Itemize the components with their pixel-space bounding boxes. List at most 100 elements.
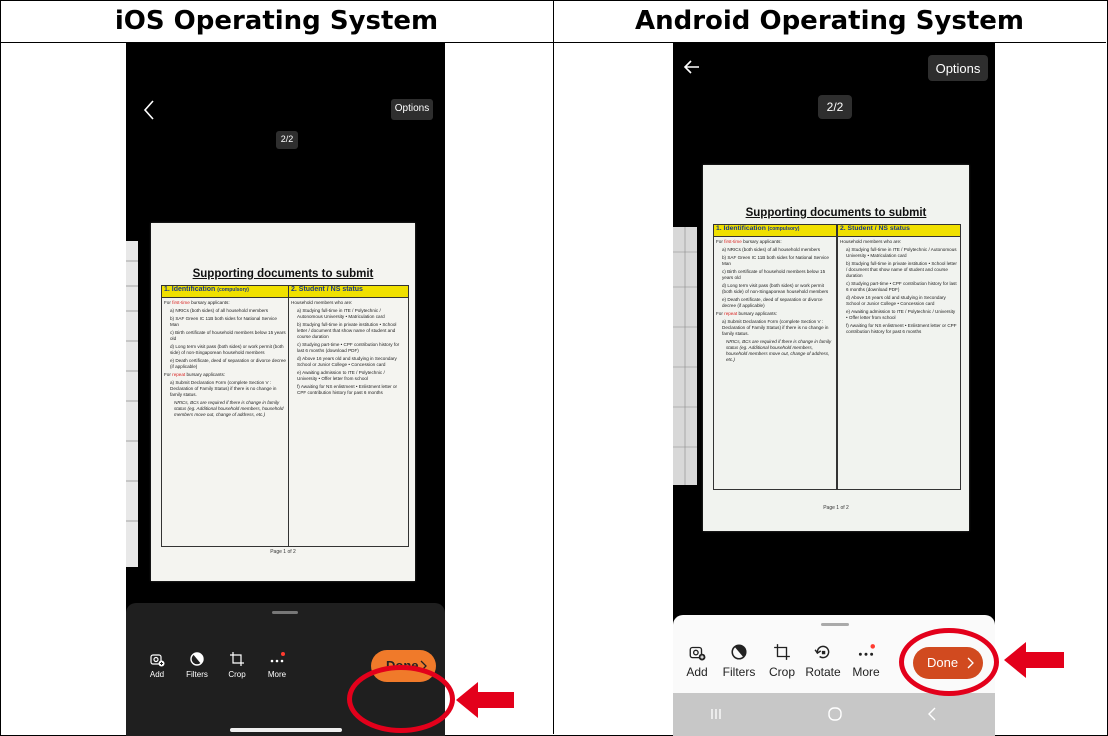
first-time-suffix: bursary applicants: [743, 239, 782, 244]
document-page-label: Page 1 of 2 [270, 549, 296, 555]
page-counter-label: 2/2 [280, 134, 294, 144]
ios-toolbar-crop[interactable]: Crop [222, 651, 252, 679]
doc-item: b) Studying full-time in private institu… [846, 261, 957, 278]
toolbar-filters-label: Filters [722, 665, 756, 679]
page-counter-label: 2/2 [826, 100, 844, 114]
doc-item: c) Birth certificate of household member… [170, 330, 286, 341]
android-column-header: Android Operating System [634, 6, 1025, 36]
ios-screenshot: Options 2/2 Supporting documents to subm… [126, 43, 445, 736]
home-indicator [230, 728, 342, 732]
identification-header-label: 1. Identification [716, 225, 766, 232]
identification-header-label: 1. Identification [164, 286, 216, 293]
doc-item: b) Studying full-time in private institu… [297, 322, 397, 339]
sheet-grabber[interactable] [272, 611, 298, 614]
back-arrow-icon[interactable] [683, 59, 701, 75]
options-label: Options [935, 61, 981, 76]
identification-header-note: (compulsory) [217, 287, 249, 293]
toolbar-add-label: Add [686, 665, 708, 679]
repeat-prefix: For [716, 311, 723, 316]
doc-item: c) Studying part-time • CPF contribution… [846, 281, 957, 292]
doc-item: d) Above 16 years old and studying in Se… [846, 295, 946, 306]
android-toolbar-add[interactable]: Add [681, 643, 713, 679]
doc-item: e) Awaiting admission to ITE / Polytechn… [297, 370, 385, 381]
ios-toolbar-add[interactable]: Add [140, 651, 174, 679]
doc-item: a) Submit Declaration Form (complete Sec… [170, 380, 277, 397]
doc-item: a) Submit Declaration Form (complete Sec… [722, 319, 829, 336]
android-navigation-bar [673, 693, 995, 736]
repeat-suffix: bursary applicants: [186, 372, 226, 377]
previous-page-lines [126, 260, 138, 522]
identification-column: For first-time bursary applicants: a) NR… [713, 236, 837, 490]
previous-page-thumbnail [126, 241, 138, 567]
first-time-suffix: bursary applicants: [191, 300, 230, 305]
filters-icon [190, 652, 204, 666]
repeat-line: For repeat bursary applicants: [164, 372, 286, 378]
android-toolbar-rotate[interactable]: Rotate [801, 643, 845, 679]
ios-page-counter: 2/2 [276, 131, 298, 149]
toolbar-more-label: More [267, 670, 287, 679]
scanned-document: Supporting documents to submit 1. Identi… [151, 223, 415, 581]
doc-item: c) Studying part-time • CPF contribution… [297, 342, 400, 353]
more-icon [270, 652, 285, 663]
doc-intro: Household members who are: [840, 239, 902, 244]
toolbar-filters-label: Filters [186, 670, 208, 679]
doc-intro: Household members who are: [291, 300, 353, 305]
first-time-red: first-time [724, 239, 742, 244]
doc-item: d) Long term visit pass (both sides) or … [722, 283, 829, 294]
toolbar-add-label: Add [149, 670, 165, 679]
doc-item: f) Awaiting for NS enlistment • Enlistme… [297, 384, 398, 395]
toolbar-rotate-label: Rotate [805, 665, 841, 679]
rotate-icon [814, 645, 830, 659]
document-title: Supporting documents to submit [192, 268, 374, 280]
identification-column: For first-time bursary applicants: a) NR… [161, 297, 289, 547]
ios-column-header: iOS Operating System [114, 6, 439, 36]
repeat-suffix: bursary applicants: [738, 311, 778, 316]
student-status-column: Household members who are: a) Studying f… [837, 236, 961, 490]
ios-red-arrow-icon [456, 682, 514, 718]
toolbar-more-label: More [852, 665, 880, 679]
doc-note: NRICs, BCs are required if there is chan… [174, 400, 284, 417]
repeat-red: repeat [724, 311, 738, 316]
doc-item: a) NRICs (both sides) of all household m… [170, 308, 269, 313]
recents-icon[interactable] [709, 707, 723, 721]
toolbar-crop-label: Crop [228, 670, 246, 679]
scanned-document: Supporting documents to submit 1. Identi… [703, 165, 969, 531]
toolbar-crop-label: Crop [768, 665, 795, 679]
repeat-red: repeat [172, 372, 186, 377]
android-options-button[interactable]: Options [928, 55, 988, 81]
doc-item: e) Awaiting admission to ITE / Polytechn… [846, 309, 956, 320]
android-toolbar-filters[interactable]: Filters [717, 643, 761, 679]
android-toolbar-crop[interactable]: Crop [765, 643, 799, 679]
previous-page-thumbnail [673, 227, 697, 485]
android-toolbar-more[interactable]: More [847, 643, 885, 679]
doc-item: e) Death certificate, deed of separation… [170, 358, 286, 369]
first-time-prefix: For [716, 239, 723, 244]
identification-header-note: (compulsory) [767, 226, 800, 232]
ios-options-button[interactable]: Options [391, 99, 433, 120]
doc-item: a) Studying full-time in ITE / Polytechn… [846, 247, 957, 258]
back-icon[interactable] [927, 706, 937, 722]
repeat-prefix: For [164, 372, 171, 377]
student-status-column: Household members who are: a) Studying f… [288, 297, 409, 547]
previous-page-lines [673, 227, 697, 485]
doc-item: c) Birth certificate of household member… [722, 269, 826, 280]
first-time-line: For first-time bursary applicants: [164, 300, 286, 306]
student-status-header-label: 2. Student / NS status [291, 286, 363, 293]
back-chevron-icon[interactable] [142, 99, 156, 121]
crop-icon [230, 652, 244, 666]
doc-item: a) Studying full-time in ITE / Polytechn… [297, 308, 385, 319]
first-time-red: first-time [172, 300, 190, 305]
add-photo-icon [689, 646, 706, 661]
sheet-grabber[interactable] [821, 623, 849, 626]
student-status-header-label: 2. Student / NS status [840, 225, 910, 232]
home-icon[interactable] [827, 706, 843, 722]
first-time-prefix: For [164, 300, 171, 305]
android-page-counter: 2/2 [818, 95, 852, 119]
doc-item: e) Death certificate, deed of separation… [722, 297, 823, 308]
options-label: Options [394, 103, 430, 114]
ios-toolbar-filters[interactable]: Filters [180, 651, 214, 679]
doc-item: d) Above 16 years old and studying in Se… [297, 356, 397, 367]
add-photo-icon [150, 654, 165, 667]
repeat-line: For repeat bursary applicants: [716, 311, 834, 317]
ios-toolbar-more[interactable]: More [262, 651, 292, 679]
